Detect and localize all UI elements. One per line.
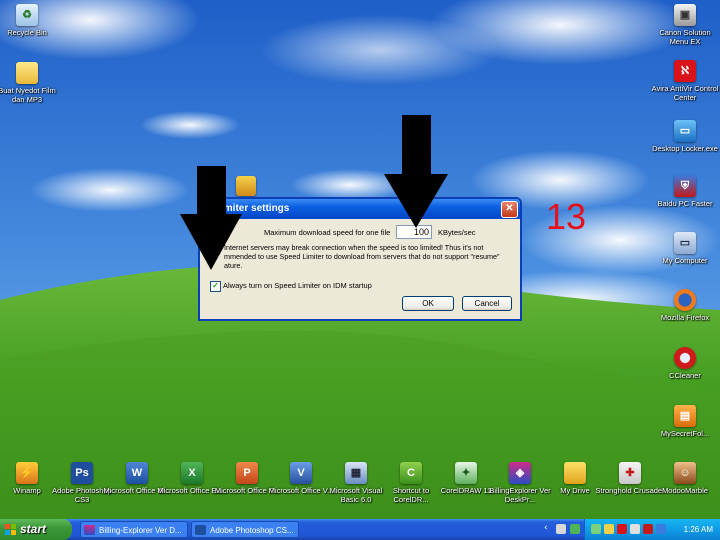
start-label: start <box>20 522 47 536</box>
app-tray-icon[interactable] <box>556 524 566 534</box>
billing-explorer-task-icon <box>84 525 95 535</box>
idm-tray-icon[interactable] <box>604 524 614 534</box>
instruction-arrows <box>180 115 448 270</box>
expand-arrow-icon[interactable]: ‹ <box>544 523 548 533</box>
baidu-tray-icon[interactable] <box>656 524 666 534</box>
clock[interactable]: 1:26 AM <box>684 519 713 540</box>
start-button[interactable]: start <box>0 519 72 540</box>
step-number: 13 <box>546 196 587 237</box>
quick-launch-tray: ‹ <box>540 519 584 540</box>
system-tray: 1:26 AM <box>584 519 720 540</box>
task-button-photoshop[interactable]: Adobe Photoshop CS... <box>191 521 299 538</box>
task-button-billing-explorer[interactable]: Billing-Explorer Ver D... <box>80 521 188 538</box>
antivirus-tray-icon[interactable] <box>617 524 627 534</box>
network-icon[interactable] <box>591 524 601 534</box>
arrow-down-icon-right <box>384 115 448 228</box>
task-label: Adobe Photoshop CS... <box>210 526 294 535</box>
task-label: Billing-Explorer Ver D... <box>99 526 182 535</box>
windows-flag-icon <box>5 524 16 535</box>
security-shield-icon[interactable] <box>643 524 653 534</box>
app-tray-icon[interactable] <box>570 524 580 534</box>
photoshop-task-icon <box>195 525 206 535</box>
volume-icon[interactable] <box>630 524 640 534</box>
desktop: ♻ Recycle Bin Buat Nyedot Film dan MP3 ▣… <box>0 0 720 540</box>
taskbar: start Billing-Explorer Ver D... Adobe Ph… <box>0 519 720 540</box>
arrow-down-icon-left <box>180 166 242 270</box>
